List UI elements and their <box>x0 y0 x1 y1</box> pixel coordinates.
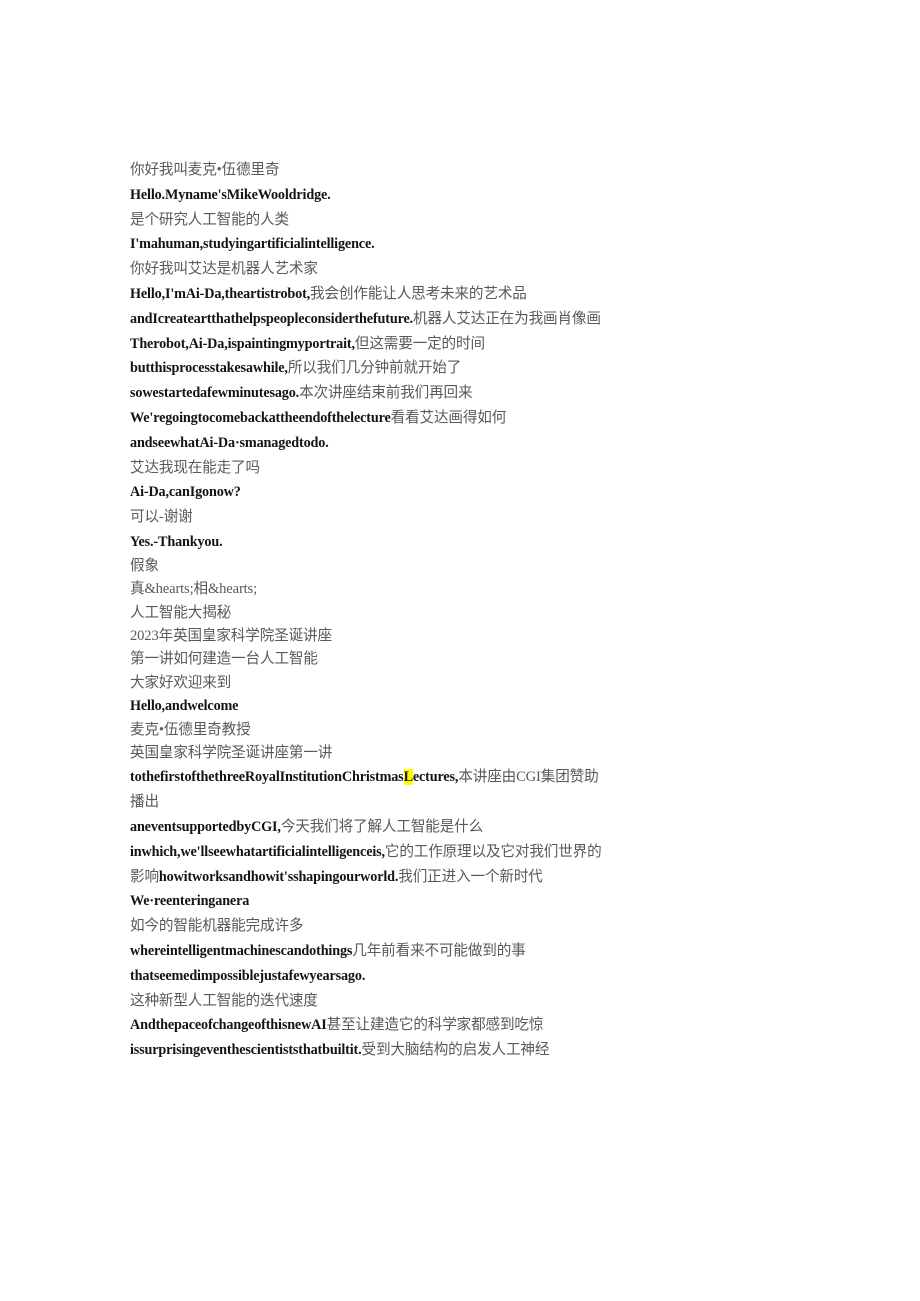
transcript-line: 你好我叫艾达是机器人艺术家 <box>130 261 318 278</box>
en-run: howitworksandhowit'sshapingourworld. <box>158 868 399 885</box>
transcript-line: whereintelligentmachinescandothings几年前看来… <box>130 939 602 964</box>
en-run: Hello,I'mAi-Da,theartistrobot, <box>130 285 311 302</box>
transcript-line: 是个研究人工智能的人类 <box>130 211 289 228</box>
transcript-line: I'mahuman,studyingartificialintelligence… <box>130 236 375 253</box>
transcript-line: Therobot,Ai-Da,ispaintingmyportrait,但这需要… <box>130 332 602 357</box>
zh-run: 今天我们将了解人工智能是什么 <box>280 819 484 835</box>
transcript-line: We'regoingtocomebackattheendofthelecture… <box>130 406 602 431</box>
transcript-line: Hello,I'mAi-Da,theartistrobot,我会创作能让人思考未… <box>130 282 602 307</box>
en-run: issurprisingeventhescientiststhatbuiltit… <box>130 1042 362 1059</box>
transcript-line: Hello,andwelcome <box>130 698 239 715</box>
transcript-line: andIcreateartthathelpspeopleconsiderthef… <box>130 307 602 332</box>
transcript-line: 这种新型人工智能的迭代速度 <box>130 992 318 1009</box>
transcript-line: tothefirstofthethreeRoyalInstitutionChri… <box>130 765 602 815</box>
transcript-line: butthisprocesstakesawhile,所以我们几分钟前就开始了 <box>130 356 602 381</box>
transcript-line: 大家好欢迎来到 <box>130 674 232 691</box>
zh-run: 我会创作能让人思考未来的艺术品 <box>310 285 527 302</box>
page-canvas: 你好我叫麦克•伍德里奇 Hello.Myname'sMikeWooldridge.… <box>0 0 920 1301</box>
zh-run: 我们正进入一个新时代 <box>398 868 543 885</box>
en-run: Therobot,Ai-Da,ispaintingmyportrait, <box>130 335 355 352</box>
transcript-line: AndthepaceofchangeofthisnewAI甚至让建造它的科学家都… <box>130 1013 602 1038</box>
transcript-line: 英国皇家科学院圣诞讲座第一讲 <box>130 745 333 761</box>
transcript-line: 你好我叫麦克•伍德里奇 <box>130 162 280 178</box>
highlighted-text: L <box>403 769 413 786</box>
transcript-line: 可以-谢谢 <box>130 509 193 526</box>
transcript-line: aneventsupportedbyCGI,今天我们将了解人工智能是什么 <box>130 815 602 840</box>
en-run: whereintelligentmachinescandothings <box>130 942 353 959</box>
transcript-line: 如今的智能机器能完成许多 <box>130 918 304 935</box>
en-run: sowestartedafewminutesago. <box>130 385 300 402</box>
transcript-line: 麦克•伍德里奇教授 <box>130 721 251 738</box>
transcript-line: issurprisingeventhescientiststhatbuiltit… <box>130 1038 602 1063</box>
transcript-line: Hello.Myname'sMikeWooldridge. <box>130 186 331 203</box>
zh-run: 受到大脑结构的启发人工神经 <box>361 1042 550 1059</box>
en-run: aneventsupportedbyCGI, <box>130 819 281 835</box>
zh-run: 看看艾达画得如何 <box>390 409 507 426</box>
transcript-line: 艾达我现在能走了吗 <box>130 459 260 476</box>
en-run: We'regoingtocomebackattheendofthelecture <box>130 409 391 426</box>
zh-run: 本次讲座结束前我们再回来 <box>299 385 473 402</box>
en-run: AndthepaceofchangeofthisnewAI <box>130 1017 327 1034</box>
en-run: butthisprocesstakesawhile, <box>130 360 288 377</box>
transcript-line: 人工智能大揭秘 <box>130 604 232 621</box>
transcript-line: Yes.-Thankyou. <box>130 533 223 550</box>
transcript-line: andseewhatAi-Da·smanagedtodo. <box>130 434 329 451</box>
zh-run: 机器人艾达正在为我画肖像画 <box>413 310 601 327</box>
en-run: andIcreateartthathelpspeopleconsiderthef… <box>130 310 414 327</box>
transcript-line: thatseemedimpossiblejustafewyearsago. <box>130 967 366 984</box>
en-run: ectures, <box>412 769 459 786</box>
transcript-line: 第一讲如何建造一台人工智能 <box>130 651 318 668</box>
transcript-line: We·reenteringanera <box>130 893 250 910</box>
en-run: inwhich,we'llseewhatartificialintelligen… <box>130 843 385 860</box>
transcript-line: 2023年英国皇家科学院圣诞讲座 <box>130 627 332 644</box>
transcript-line: sowestartedafewminutesago.本次讲座结束前我们再回来 <box>130 381 602 406</box>
transcript-body: 你好我叫麦克•伍德里奇 Hello.Myname'sMikeWooldridge.… <box>130 158 602 1063</box>
zh-run: 甚至让建造它的科学家都感到吃惊 <box>326 1017 544 1034</box>
zh-run: 所以我们几分钟前就开始了 <box>287 360 462 377</box>
zh-run: 但这需要一定的时间 <box>354 335 485 352</box>
transcript-line: 假象 <box>130 557 159 574</box>
transcript-line: Ai-Da,canIgonow? <box>130 484 241 501</box>
en-run: tothefirstofthethreeRoyalInstitutionChri… <box>130 769 404 786</box>
transcript-line: 真&hearts;相&hearts; <box>130 581 257 598</box>
zh-run: 几年前看来不可能做到的事 <box>352 942 526 959</box>
transcript-line: inwhich,we'llseewhatartificialintelligen… <box>130 840 602 890</box>
